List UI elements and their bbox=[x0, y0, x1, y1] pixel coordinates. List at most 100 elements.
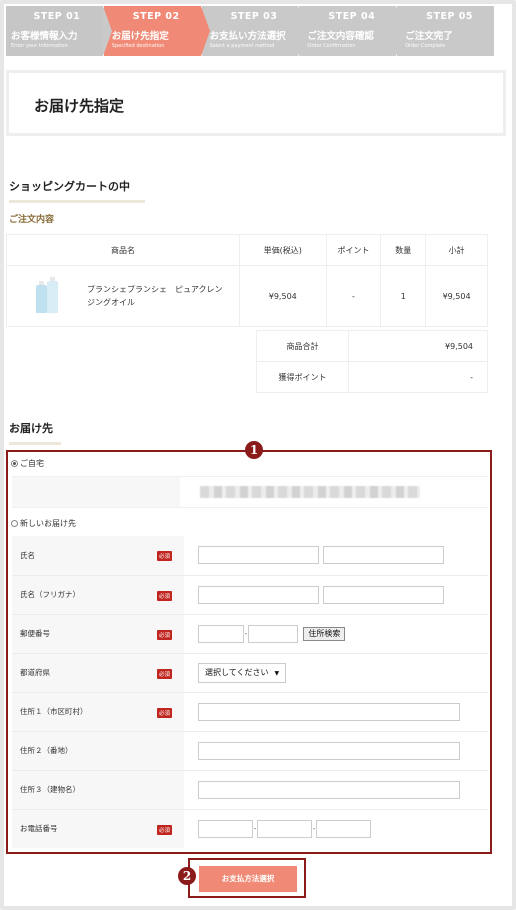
product-price: ¥9,504 bbox=[238, 265, 327, 327]
product-image[interactable] bbox=[7, 277, 87, 313]
home-address-row bbox=[12, 476, 488, 508]
step-2-number: STEP 02 bbox=[132, 11, 180, 22]
form-row-pref: 都道府県 必須 選択してください ▼ bbox=[12, 653, 488, 693]
form-row-tel: お電話番号 必須 -- bbox=[12, 809, 488, 848]
product-qty: 1 bbox=[380, 265, 427, 327]
page-title-box: お届け先指定 bbox=[6, 70, 506, 136]
col-price: 単価(税込) bbox=[238, 234, 327, 266]
form-row-name: 氏名 必須 bbox=[12, 536, 488, 576]
tel-second-input[interactable] bbox=[257, 819, 312, 838]
address1-input[interactable] bbox=[198, 702, 460, 721]
callout-1-badge: 1 bbox=[245, 441, 263, 459]
first-name-input[interactable] bbox=[323, 546, 445, 565]
home-radio-label: ご自宅 bbox=[20, 459, 44, 468]
product-subtotal: ¥9,504 bbox=[425, 265, 488, 327]
cart-heading: ショッピングカートの中 bbox=[9, 178, 145, 203]
new-address-form: 氏名 必須 氏名（フリガナ） 必須 郵便番号 必須 - 住所検索 都道府県 必須 選択し… bbox=[12, 536, 488, 848]
step-arrow bbox=[396, 6, 406, 56]
payment-method-button[interactable]: お支払方法選択 bbox=[199, 866, 297, 892]
required-badge: 必須 bbox=[156, 668, 172, 679]
addr3-label: 住所３（建物名） bbox=[20, 785, 80, 794]
new-address-radio[interactable] bbox=[11, 520, 18, 527]
delivery-heading: お届け先 bbox=[9, 420, 61, 445]
tel-third-input[interactable] bbox=[316, 819, 371, 838]
required-badge: 必須 bbox=[156, 551, 172, 561]
step-2: STEP 02 お届け先指定 Specified destination bbox=[103, 6, 210, 56]
step-4: STEP 04 ご注文内容確認 Order Confirmation bbox=[299, 6, 406, 56]
zip-first-input[interactable] bbox=[198, 624, 244, 643]
required-badge: 必須 bbox=[156, 629, 172, 640]
kana-label: 氏名（フリガナ） bbox=[20, 590, 80, 599]
form-row-addr1: 住所１（市区町村） 必須 bbox=[12, 692, 488, 732]
step-1-subtitle: Enter your Information bbox=[11, 43, 68, 49]
redacted-address bbox=[200, 486, 420, 498]
submit-highlight: お支払方法選択 bbox=[188, 858, 306, 898]
new-address-option[interactable]: 新しいお届け先 bbox=[11, 518, 76, 529]
tel-label: お電話番号 bbox=[20, 824, 58, 834]
earned-points-label: 獲得ポイント bbox=[256, 361, 349, 393]
new-address-label: 新しいお届け先 bbox=[20, 519, 76, 528]
bottle-icon bbox=[33, 277, 61, 313]
step-3: STEP 03 お支払い方法選択 Select a payment method bbox=[201, 6, 308, 56]
callout-2-badge: 2 bbox=[178, 867, 196, 885]
step-5-title: ご注文完了 bbox=[405, 31, 453, 42]
step-3-number: STEP 03 bbox=[230, 11, 278, 22]
cart-header-row: 商品名 単価(税込) ポイント 数量 小計 bbox=[6, 234, 488, 266]
tel-first-input[interactable] bbox=[198, 819, 253, 838]
address3-input[interactable] bbox=[198, 780, 460, 799]
step-5: STEP 05 ご注文完了 Order Complete bbox=[397, 6, 494, 56]
name-label: 氏名 bbox=[20, 550, 35, 560]
required-badge: 必須 bbox=[156, 707, 172, 718]
step-3-subtitle: Select a payment method bbox=[209, 43, 275, 49]
step-2-subtitle: Specified destination bbox=[111, 43, 165, 49]
total-value: ¥9,504 bbox=[348, 330, 488, 362]
table-row: ブランシェブランシェ ピュアクレンジングオイル ¥9,504 - 1 ¥9,50… bbox=[6, 265, 488, 327]
cart-summary: 商品合計 ¥9,504 獲得ポイント - bbox=[256, 330, 488, 393]
step-1-title: お客様情報入力 bbox=[11, 31, 78, 42]
delivery-form-box: ご自宅 新しいお届け先 氏名必須 氏名（フリガナ）必須 郵便番号必須 - bbox=[6, 450, 492, 854]
step-5-number: STEP 05 bbox=[426, 11, 473, 22]
step-4-number: STEP 04 bbox=[328, 11, 376, 22]
required-badge: 必須 bbox=[156, 590, 172, 601]
addr1-label: 住所１（市区町村） bbox=[20, 707, 88, 716]
cart-table: 商品名 単価(税込) ポイント 数量 小計 ブランシェブランシェ ピュアクレンジ… bbox=[6, 234, 488, 327]
form-row-kana: 氏名（フリガナ） 必須 bbox=[12, 575, 488, 615]
step-4-title: ご注文内容確認 bbox=[307, 31, 374, 42]
home-radio[interactable] bbox=[11, 460, 18, 467]
home-address-option[interactable]: ご自宅 bbox=[11, 458, 44, 469]
zip-search-button[interactable]: 住所検索 bbox=[303, 626, 346, 641]
checkout-steps: STEP 01 お客様情報入力 Enter your Information S… bbox=[6, 6, 510, 56]
last-name-kana-input[interactable] bbox=[198, 585, 319, 604]
pref-label: 都道府県 bbox=[20, 668, 50, 677]
product-name[interactable]: ブランシェブランシェ ピュアクレンジングオイル bbox=[87, 283, 227, 309]
form-row-zip: 郵便番号 必須 - 住所検索 bbox=[12, 614, 488, 654]
last-name-input[interactable] bbox=[198, 546, 319, 565]
address2-input[interactable] bbox=[198, 741, 460, 760]
product-cell: ブランシェブランシェ ピュアクレンジングオイル bbox=[6, 265, 240, 327]
step-3-title: お支払い方法選択 bbox=[209, 31, 286, 42]
step-2-title: お届け先指定 bbox=[111, 31, 169, 42]
prefecture-select-value: 選択してください bbox=[205, 667, 269, 677]
form-row-addr3: 住所３（建物名） bbox=[12, 770, 488, 810]
step-arrow bbox=[298, 6, 308, 56]
step-5-subtitle: Order Complete bbox=[405, 43, 446, 49]
step-4-subtitle: Order Confirmation bbox=[307, 43, 356, 49]
chevron-down-icon: ▼ bbox=[274, 669, 280, 677]
col-qty: 数量 bbox=[380, 234, 427, 266]
page-title: お届け先指定 bbox=[34, 97, 125, 115]
step-1-number: STEP 01 bbox=[33, 11, 81, 22]
required-badge: 必須 bbox=[156, 824, 172, 835]
product-points: - bbox=[325, 265, 382, 327]
prefecture-select[interactable]: 選択してください ▼ bbox=[198, 662, 287, 683]
order-contents-heading: ご注文内容 bbox=[9, 215, 55, 225]
total-label: 商品合計 bbox=[256, 330, 349, 362]
col-points: ポイント bbox=[325, 234, 382, 266]
zip-label: 郵便番号 bbox=[20, 629, 50, 638]
step-1: STEP 01 お客様情報入力 Enter your Information bbox=[6, 6, 112, 56]
form-row-addr2: 住所２（番地） bbox=[12, 731, 488, 771]
zip-second-input[interactable] bbox=[248, 624, 298, 643]
col-subtotal: 小計 bbox=[425, 234, 488, 266]
first-name-kana-input[interactable] bbox=[323, 585, 445, 604]
step-arrow bbox=[200, 6, 210, 56]
col-product: 商品名 bbox=[6, 234, 240, 266]
